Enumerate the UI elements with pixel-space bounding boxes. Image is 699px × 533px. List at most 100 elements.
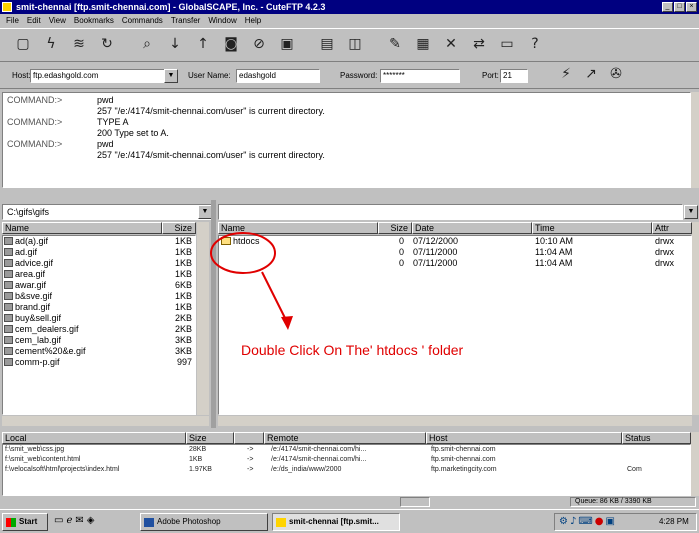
outlook-icon[interactable]: ✉ (75, 515, 86, 526)
local-col-size[interactable]: Size (162, 222, 196, 234)
log-scrollbar[interactable] (691, 92, 699, 188)
reconnect-icon[interactable]: ↻ (96, 34, 118, 56)
remote-scrollbar[interactable] (692, 222, 699, 415)
toolbar: ▢ ϟ ≋ ↻ ⌕ ↓ ↑ ◙ ⊘ ▣ ▤ ◫ ✎ ▦ ✕ ⇄ ▭ ? (0, 28, 699, 62)
remote-path-dropdown-icon[interactable]: ▼ (684, 205, 698, 219)
list-item[interactable]: ad(a).gif 1KB (3, 236, 195, 247)
local-hscrollbar[interactable] (2, 416, 209, 426)
download-icon[interactable]: ↓ (164, 34, 186, 56)
system-tray: ⚙♪⌨●▣ 4:28 PM (554, 513, 697, 531)
list-item[interactable]: cem_dealers.gif 2KB (3, 324, 195, 335)
desktop-icon[interactable]: ▭ (54, 515, 66, 526)
queue-row[interactable]: f:\smit_web\content.html 1KB -> /e:/4174… (3, 455, 690, 465)
start-button[interactable]: Start (2, 513, 48, 531)
rename-icon[interactable]: ✎ (384, 34, 406, 56)
queue-col-local[interactable]: Local (2, 432, 186, 444)
network-icon[interactable]: ⚙ (559, 516, 570, 527)
list-item[interactable]: area.gif 1KB (3, 269, 195, 280)
password-input[interactable]: ******* (380, 69, 460, 83)
menu-view[interactable]: View (49, 14, 66, 27)
list-item[interactable]: ad.gif 1KB (3, 247, 195, 258)
list-item[interactable]: comm-p.gif 997 (3, 357, 195, 368)
log-text: pwd (97, 95, 114, 105)
menu-window[interactable]: Window (208, 14, 236, 27)
photoshop-icon (144, 518, 154, 527)
local-path-dropdown-icon[interactable]: ▼ (198, 205, 212, 219)
bookmark-icon[interactable]: ✇ (605, 64, 627, 86)
list-item[interactable]: cement%20&e.gif 3KB (3, 346, 195, 357)
connect-icon[interactable]: ⚡ (555, 64, 577, 86)
menu-transfer[interactable]: Transfer (171, 14, 201, 27)
refresh-icon[interactable]: ◙ (220, 34, 242, 56)
menu-bookmarks[interactable]: Bookmarks (74, 14, 114, 27)
help-icon[interactable]: ? (524, 34, 546, 56)
monitor-icon[interactable]: ▣ (606, 516, 617, 527)
quick-connect-icon[interactable]: ϟ (40, 34, 62, 56)
stop-icon[interactable]: ⊘ (248, 34, 270, 56)
view-icon[interactable]: ▤ (316, 34, 338, 56)
queue-col-direction[interactable] (234, 432, 264, 444)
list-item[interactable]: b&sve.gif 1KB (3, 291, 195, 302)
local-path-field[interactable]: C:\gifs\gifs (2, 204, 212, 220)
menu-edit[interactable]: Edit (27, 14, 41, 27)
title-bar[interactable]: smit-chennai [ftp.smit-chennai.com] - Gl… (0, 0, 699, 14)
antivirus-icon[interactable]: ● (595, 516, 606, 527)
upload-icon[interactable]: ↑ (192, 34, 214, 56)
remote-hscrollbar[interactable] (218, 416, 692, 426)
file-name: advice.gif (15, 258, 54, 268)
delete-icon[interactable]: ✕ (440, 34, 462, 56)
minimize-button[interactable]: _ (662, 2, 673, 12)
menu-commands[interactable]: Commands (122, 14, 163, 27)
queue-col-host[interactable]: Host (426, 432, 622, 444)
channel-icon[interactable]: ◈ (87, 515, 98, 526)
menu-file[interactable]: File (6, 14, 19, 27)
remote-col-time[interactable]: Time (532, 222, 652, 234)
taskbar-photoshop[interactable]: Adobe Photoshop (140, 513, 268, 531)
gif-file-icon (4, 237, 13, 245)
port-input[interactable]: 21 (500, 69, 528, 83)
gif-file-icon (4, 270, 13, 278)
queue-scrollbar[interactable] (691, 432, 699, 496)
file-name: cement%20&e.gif (15, 346, 86, 356)
local-scrollbar[interactable] (197, 222, 209, 415)
queue-col-size[interactable]: Size (186, 432, 234, 444)
split-view-icon[interactable]: ◫ (344, 34, 366, 56)
taskbar-cuteftp[interactable]: smit-chennai [ftp.smit... (272, 513, 400, 531)
password-label: Password: (340, 71, 378, 80)
host-input[interactable]: ftp.edashgold.com (30, 69, 165, 83)
disconnect-icon[interactable]: ≋ (68, 34, 90, 56)
remote-col-date[interactable]: Date (412, 222, 532, 234)
menu-help[interactable]: Help (245, 14, 261, 27)
list-item[interactable]: brand.gif 1KB (3, 302, 195, 313)
remote-col-size[interactable]: Size (378, 222, 412, 234)
clock[interactable]: 4:28 PM (659, 517, 689, 526)
keyboard-icon[interactable]: ⌨ (578, 516, 594, 527)
local-col-name[interactable]: Name (2, 222, 162, 234)
queue-direction: -> (247, 456, 254, 463)
open-icon[interactable]: ▭ (496, 34, 518, 56)
queue-row[interactable]: f:\velocalsoft\html\projects\index.html … (3, 465, 690, 475)
list-item[interactable]: buy&sell.gif 2KB (3, 313, 195, 324)
transfer-queue: f:\smit_web\css.jpg 28KB -> /e:/4174/smi… (2, 444, 691, 496)
remote-path-field[interactable] (218, 204, 683, 220)
find-icon[interactable]: ⌕ (136, 34, 158, 56)
list-item[interactable]: cem_lab.gif 3KB (3, 335, 195, 346)
queue-status-text: Queue: 86 KB / 3390 KB (570, 497, 696, 507)
queue-col-status[interactable]: Status (622, 432, 691, 444)
remote-col-attr[interactable]: Attr (652, 222, 692, 234)
close-button[interactable]: × (686, 2, 697, 12)
maximize-button[interactable]: □ (674, 2, 685, 12)
compare-icon[interactable]: ⇄ (468, 34, 490, 56)
host-dropdown-icon[interactable]: ▼ (164, 69, 178, 83)
file-size: 1KB (174, 269, 192, 279)
list-item[interactable]: awar.gif 6KB (3, 280, 195, 291)
window-icon[interactable]: ▦ (412, 34, 434, 56)
app-icon[interactable] (2, 2, 12, 12)
user-input[interactable]: edashgold (236, 69, 320, 83)
queue-row[interactable]: f:\smit_web\css.jpg 28KB -> /e:/4174/smi… (3, 445, 690, 455)
arrow-icon[interactable]: ↗ (580, 64, 602, 86)
queue-col-remote[interactable]: Remote (264, 432, 426, 444)
address-book-icon[interactable]: ▢ (12, 34, 34, 56)
log-icon[interactable]: ▣ (276, 34, 298, 56)
list-item[interactable]: advice.gif 1KB (3, 258, 195, 269)
